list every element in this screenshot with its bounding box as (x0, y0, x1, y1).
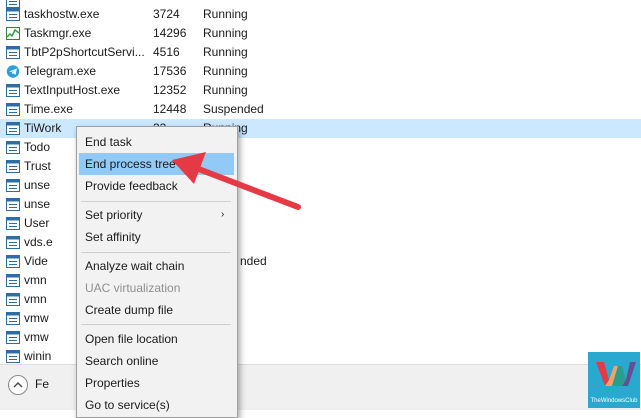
process-name: vmw (24, 330, 49, 344)
menu-item-label: Search online (85, 354, 159, 368)
watermark-logo: TheWindowsClub (588, 352, 640, 408)
menu-item-label: Open file location (85, 332, 178, 346)
menu-item-label: Set affinity (85, 230, 141, 244)
app-window-icon (6, 293, 20, 306)
process-name: TbtP2pShortcutServi... (24, 45, 145, 59)
process-name: Todo (24, 140, 51, 154)
app-window-icon (6, 198, 20, 211)
table-row[interactable]: taskhostw.exe 3724 Running (0, 5, 641, 24)
process-status: Running (203, 83, 248, 97)
process-name: Time.exe (24, 102, 73, 116)
table-row[interactable]: Telegram.exe 17536 Running (0, 62, 641, 81)
menu-item-set-priority[interactable]: Set priority › (79, 204, 234, 226)
app-window-icon (6, 331, 20, 344)
menu-item-label: Properties (85, 376, 140, 390)
app-window-icon (6, 46, 20, 59)
menu-item-label: Create dump file (85, 303, 174, 317)
process-name: User (24, 216, 50, 230)
fewer-details-button[interactable] (8, 375, 28, 395)
chevron-up-icon (13, 382, 23, 388)
process-name: Taskmgr.exe (24, 26, 92, 40)
process-name: Vide (24, 254, 48, 268)
menu-item-open-file-location[interactable]: Open file location (79, 328, 234, 350)
process-name: vmn (24, 292, 47, 306)
app-window-icon (6, 274, 20, 287)
task-manager-icon (6, 27, 20, 40)
app-window-icon (6, 350, 20, 363)
menu-item-end-task[interactable]: End task (79, 131, 234, 153)
process-name: taskhostw.exe (24, 7, 100, 21)
menu-item-set-affinity[interactable]: Set affinity (79, 226, 234, 248)
table-row[interactable]: TextInputHost.exe 12352 Running (0, 81, 641, 100)
menu-item-uac-virtualization: UAC virtualization (79, 277, 234, 299)
menu-separator (81, 201, 231, 202)
process-name: unse (24, 197, 51, 211)
menu-item-label: UAC virtualization (85, 281, 181, 295)
process-status: Suspended (203, 102, 264, 116)
process-status: nded (240, 254, 267, 268)
process-pid: 12352 (153, 83, 187, 97)
process-name: Telegram.exe (24, 64, 97, 78)
process-status: Running (203, 64, 248, 78)
menu-item-create-dump-file[interactable]: Create dump file (79, 299, 234, 321)
app-window-icon (6, 236, 20, 249)
process-name: vmn (24, 273, 47, 287)
process-name: vmw (24, 311, 49, 325)
table-row[interactable]: Time.exe 12448 Suspended (0, 100, 641, 119)
windows-club-logo-icon (596, 362, 636, 386)
process-name: TextInputHost.exe (24, 83, 121, 97)
menu-item-properties[interactable]: Properties (79, 372, 234, 394)
process-status: Running (203, 45, 248, 59)
process-status: Running (203, 26, 248, 40)
menu-item-label: End task (85, 135, 132, 149)
process-name: unse (24, 178, 51, 192)
process-name: Trust (24, 159, 51, 173)
menu-item-label: End process tree (85, 157, 176, 171)
menu-separator (81, 252, 231, 253)
process-name: TiWork (24, 121, 62, 135)
process-pid: 14296 (153, 26, 187, 40)
app-window-icon (6, 84, 20, 97)
table-row[interactable]: TbtP2pShortcutServi... 4516 Running (0, 43, 641, 62)
menu-item-provide-feedback[interactable]: Provide feedback (79, 175, 234, 197)
app-window-icon (6, 122, 20, 135)
process-pid: 4516 (153, 45, 180, 59)
process-pid: 3724 (153, 7, 180, 21)
fewer-details-label[interactable]: Fe (35, 377, 49, 391)
menu-item-search-online[interactable]: Search online (79, 350, 234, 372)
process-name: vds.e (24, 235, 53, 249)
menu-item-label: Set priority (85, 208, 143, 222)
telegram-icon (6, 65, 20, 78)
menu-separator (81, 324, 231, 325)
menu-item-label: Provide feedback (85, 179, 178, 193)
menu-item-end-process-tree[interactable]: End process tree (79, 153, 234, 175)
app-window-icon (6, 103, 20, 116)
app-window-icon (6, 179, 20, 192)
app-window-icon (6, 141, 20, 154)
menu-item-label: Analyze wait chain (85, 259, 185, 273)
table-row[interactable]: Taskmgr.exe 14296 Running (0, 24, 641, 43)
process-status: Running (203, 7, 248, 21)
app-window-icon (6, 217, 20, 230)
process-name: winin (24, 349, 52, 363)
app-window-icon (6, 312, 20, 325)
menu-item-analyze-wait-chain[interactable]: Analyze wait chain (79, 255, 234, 277)
process-pid: 17536 (153, 64, 187, 78)
menu-item-label: Go to service(s) (85, 398, 170, 412)
process-pid: 12448 (153, 102, 187, 116)
submenu-arrow-icon: › (221, 209, 225, 220)
context-menu: End task End process tree Provide feedba… (76, 126, 238, 418)
app-window-icon (6, 8, 20, 21)
menu-item-go-to-services[interactable]: Go to service(s) (79, 394, 234, 416)
app-window-icon (6, 255, 20, 268)
app-window-icon (6, 160, 20, 173)
watermark-text: TheWindowsClub (590, 398, 638, 404)
